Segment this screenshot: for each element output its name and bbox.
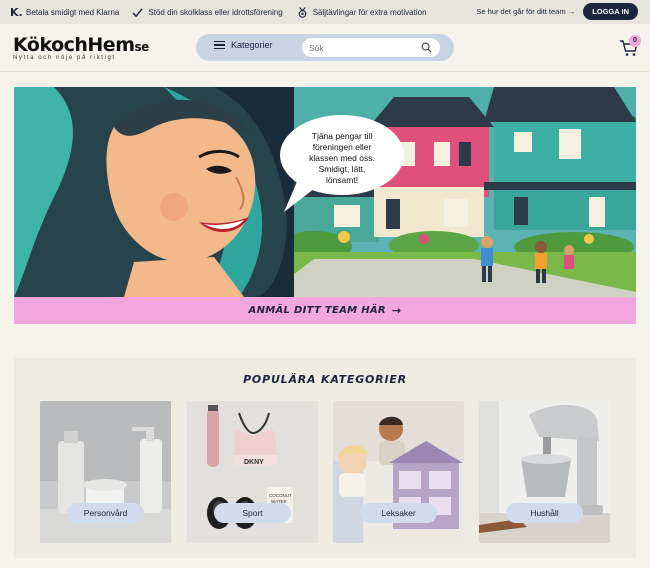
topbar-right: Se hur det går för ditt team → LOGGA IN [476,3,638,20]
category-label[interactable]: Sport [214,503,291,523]
search-icon[interactable] [421,42,432,53]
usp-klarna: K. Betala smidigt med Klarna [10,7,119,18]
category-label[interactable]: Leksaker [360,503,437,523]
category-card-hushall[interactable]: Hushåll [479,401,610,543]
team-progress-link[interactable]: Se hur det går för ditt team → [476,7,575,16]
cart-count-badge: 0 [629,35,641,47]
arrow-right-icon: → [391,304,402,317]
popular-categories: POPULÄRA KATEGORIER Personvård DKNY COCO… [14,358,636,558]
usp-text: Betala smidigt med Klarna [26,7,120,17]
usp-text: Säljtävlingar för extra motivation [312,7,427,17]
categories-label: Kategorier [231,40,273,50]
category-card-leksaker[interactable]: Leksaker [333,401,464,543]
nav-search-bar: Kategorier [196,34,454,61]
site-header: KökochHemse Nytta och nöje på riktigt Ka… [0,24,650,72]
usp-competitions: Säljtävlingar för extra motivation [297,6,427,18]
register-team-cta[interactable]: ANMÄL DITT TEAM HÄR → [14,297,636,324]
medal-icon [298,6,307,18]
svg-text:COCONUT: COCONUT [269,493,292,498]
search-input[interactable] [302,38,440,57]
hamburger-icon [214,40,225,50]
usp-text: Stöd din skolklass eller idrottsförening [148,7,283,17]
klarna-icon: K. [10,5,23,19]
checkmark-icon [132,7,144,17]
usp-bar: K. Betala smidigt med Klarna Stöd din sk… [0,0,650,24]
category-label[interactable]: Personvård [67,503,144,523]
category-label[interactable]: Hushåll [506,503,583,523]
cta-label: ANMÄL DITT TEAM HÄR [248,305,386,316]
category-card-personvard[interactable]: Personvård [40,401,171,543]
hero-illustration [14,87,636,297]
usp-support: Stöd din skolklass eller idrottsförening [132,7,283,18]
speech-bubble-text: Tjäna pengar till föreningen eller klass… [309,131,375,185]
logo-wordmark: KökochHem [13,34,135,56]
category-card-sport[interactable]: DKNY COCONUT WATER Sport [187,401,318,543]
login-button[interactable]: LOGGA IN [583,3,638,20]
logo[interactable]: KökochHemse Nytta och nöje på riktigt [13,34,149,61]
logo-suffix: se [134,40,150,54]
section-title: POPULÄRA KATEGORIER [243,373,407,386]
categories-menu-button[interactable]: Kategorier [214,40,273,50]
hero-banner[interactable]: Tjäna pengar till föreningen eller klass… [14,87,636,297]
svg-text:DKNY: DKNY [244,459,264,466]
